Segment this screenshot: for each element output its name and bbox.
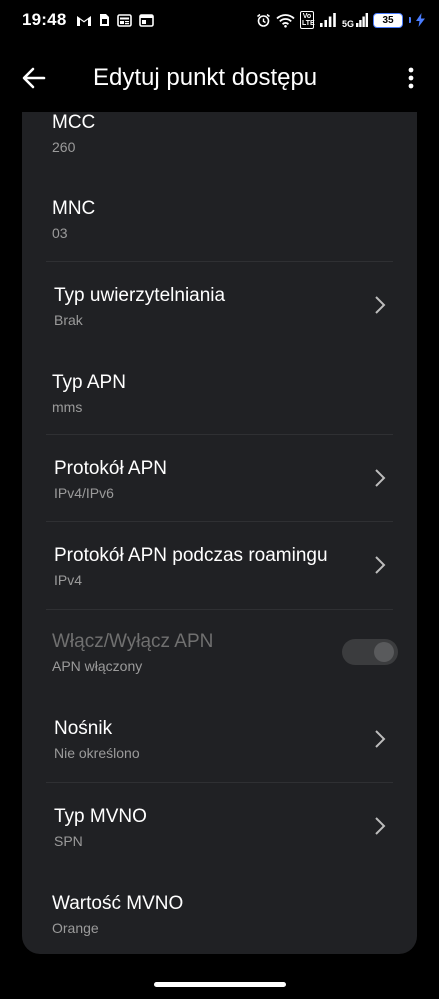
setting-value: mms [52,399,83,415]
setting-title: Typ APN [52,372,126,393]
setting-title: Typ uwierzytelniania [54,285,226,306]
gmail-icon [76,14,92,27]
setting-title: Włącz/Wyłącz APN [52,631,214,652]
setting-value: Orange [52,920,99,936]
wifi-icon [276,13,295,28]
setting-value: 260 [52,139,76,155]
sim-card-icon [99,13,110,27]
chevron-right-icon [375,817,386,835]
setting-value: 03 [52,225,68,241]
arrow-left-icon [22,67,46,89]
page-title: Edytuj punkt dostępu [93,64,318,91]
news-icon [117,13,133,27]
setting-value: IPv4 [54,572,83,588]
signal-icon [319,13,337,27]
setting-value: Brak [54,312,83,328]
setting-bearer[interactable]: Nośnik Nie określono [22,696,417,783]
setting-mvno-value[interactable]: Wartość MVNO Orange [22,870,417,954]
setting-apn-protocol[interactable]: Protokół APN IPv4/IPv6 [22,435,417,522]
system-icons: Vo LTE 5G 35 [256,11,425,29]
battery-level: 35 [382,14,394,26]
back-button[interactable] [18,62,50,94]
battery-indicator: 35 [373,12,403,28]
status-time: 19:48 [22,10,67,29]
home-indicator[interactable] [154,982,286,987]
setting-title: MCC [52,112,96,133]
setting-apn-type[interactable]: Typ APN mms [22,349,417,436]
setting-apn-enable: Włącz/Wyłącz APN APN włączony [22,610,417,697]
chevron-right-icon [375,730,386,748]
setting-title: Nośnik [54,718,113,739]
network-type: 5G [341,19,354,29]
apn-settings-list: MCC 260 MNC 03 Typ uwierzytelniania Brak… [22,112,417,954]
setting-title: MNC [52,198,96,219]
chevron-right-icon [375,296,386,314]
signal-icon-2 [356,13,368,27]
volte-badge: Vo LTE [299,11,315,29]
status-bar: 19:48 Vo LTE 5G 35 [0,0,439,40]
setting-apn-roaming-protocol[interactable]: Protokół APN podczas roamingu IPv4 [22,522,417,609]
setting-title: Typ MVNO [54,806,147,827]
browser-icon [139,13,155,27]
setting-title: Protokół APN [54,458,167,479]
apn-enable-toggle[interactable] [342,639,398,665]
setting-title: Protokół APN podczas roamingu [54,545,328,566]
setting-title: Wartość MVNO [52,893,184,914]
alarm-icon [256,13,271,28]
setting-value: IPv4/IPv6 [54,485,114,501]
chevron-right-icon [375,469,386,487]
setting-auth-type[interactable]: Typ uwierzytelniania Brak [22,262,417,349]
setting-value: APN włączony [52,658,143,674]
notification-icons [76,13,155,27]
setting-mnc[interactable]: MNC 03 [22,174,417,261]
more-vertical-icon [408,67,414,89]
chevron-right-icon [375,556,386,574]
setting-value: SPN [54,833,83,849]
more-options-button[interactable] [399,62,423,94]
setting-value: Nie określono [54,745,140,761]
charging-icon [416,13,425,27]
app-bar: Edytuj punkt dostępu [0,40,439,114]
setting-mvno-type[interactable]: Typ MVNO SPN [22,783,417,870]
battery-cap [409,17,411,23]
toggle-knob [374,642,394,662]
